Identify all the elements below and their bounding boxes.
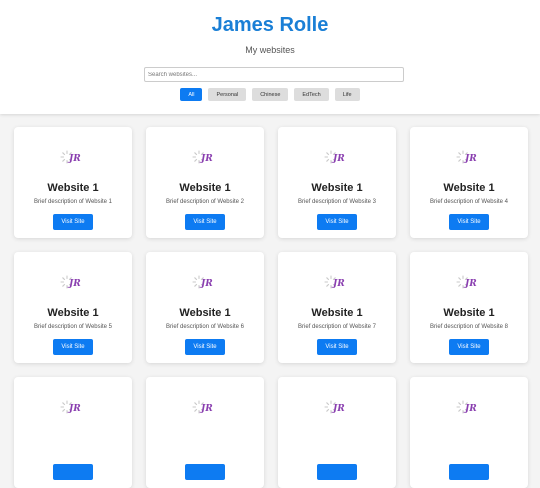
- card-title: Website 1: [443, 307, 495, 319]
- spinner-logo-icon: JR: [192, 275, 213, 289]
- website-card: JR Website 1 Brief description of Website …: [14, 127, 132, 238]
- spinner-logo-icon: JR: [324, 275, 345, 289]
- website-card: JR: [146, 377, 264, 488]
- visit-site-button[interactable]: [185, 464, 225, 480]
- spinner-logo-icon: JR: [456, 400, 477, 414]
- website-card: JR: [14, 377, 132, 488]
- visit-site-button[interactable]: [317, 464, 357, 480]
- spinner-logo-icon: JR: [60, 150, 81, 164]
- website-card: JR Website 1 Brief description of Website …: [146, 252, 264, 363]
- card-title: Website 1: [179, 182, 231, 194]
- filter-life-button[interactable]: Life: [334, 88, 360, 101]
- spinner-logo-icon: JR: [60, 400, 81, 414]
- website-card: JR Website 1 Brief description of Website …: [410, 252, 528, 363]
- website-card: JR: [278, 377, 396, 488]
- visit-site-button[interactable]: [53, 464, 93, 480]
- website-card: JR Website 1 Brief description of Website …: [410, 127, 528, 238]
- logo-text: JR: [331, 404, 345, 414]
- page-header: James Rolle My websites All Personal Chi…: [0, 0, 540, 114]
- spinner-logo-icon: JR: [192, 400, 213, 414]
- spinner-logo-icon: JR: [456, 150, 477, 164]
- visit-site-button[interactable]: [449, 464, 489, 480]
- website-grid: JR Website 1 Brief description of Website …: [14, 127, 528, 488]
- card-description: Brief description of Website 2: [166, 199, 244, 205]
- spinner-logo-icon: JR: [324, 400, 345, 414]
- visit-site-button[interactable]: Visit Site: [449, 214, 489, 230]
- visit-site-button[interactable]: Visit Site: [185, 339, 225, 355]
- logo-text: JR: [463, 279, 477, 289]
- card-description: Brief description of Website 7: [298, 324, 376, 330]
- spinner-logo-icon: JR: [192, 150, 213, 164]
- filter-chinese-button[interactable]: Chinese: [252, 88, 289, 101]
- logo-text: JR: [463, 154, 477, 164]
- logo-text: JR: [67, 279, 81, 289]
- card-description: Brief description of Website 1: [34, 199, 112, 205]
- logo-text: JR: [463, 404, 477, 414]
- spinner-logo-icon: JR: [456, 275, 477, 289]
- logo-text: JR: [331, 154, 345, 164]
- card-description: Brief description of Website 6: [166, 324, 244, 330]
- search-input[interactable]: [144, 67, 404, 82]
- page-title: James Rolle: [211, 14, 329, 36]
- filter-edtech-button[interactable]: EdTech: [294, 88, 329, 101]
- card-description: Brief description of Website 3: [298, 199, 376, 205]
- filter-personal-button[interactable]: Personal: [208, 88, 247, 101]
- logo-text: JR: [199, 279, 213, 289]
- visit-site-button[interactable]: Visit Site: [185, 214, 225, 230]
- spinner-logo-icon: JR: [324, 150, 345, 164]
- card-title: Website 1: [179, 307, 231, 319]
- card-title: Website 1: [311, 307, 363, 319]
- visit-site-button[interactable]: Visit Site: [317, 339, 357, 355]
- filter-all-button[interactable]: All: [180, 88, 203, 101]
- card-description: Brief description of Website 5: [34, 324, 112, 330]
- visit-site-button[interactable]: Visit Site: [449, 339, 489, 355]
- card-title: Website 1: [47, 182, 99, 194]
- filter-bar: All Personal Chinese EdTech Life: [0, 88, 540, 101]
- card-description: Brief description of Website 8: [430, 324, 508, 330]
- card-title: Website 1: [443, 182, 495, 194]
- visit-site-button[interactable]: Visit Site: [53, 339, 93, 355]
- card-title: Website 1: [47, 307, 99, 319]
- page-subtitle: My websites: [245, 45, 295, 55]
- card-title: Website 1: [311, 182, 363, 194]
- logo-text: JR: [67, 404, 81, 414]
- website-card: JR Website 1 Brief description of Website …: [146, 127, 264, 238]
- website-card: JR Website 1 Brief description of Website …: [14, 252, 132, 363]
- website-card: JR Website 1 Brief description of Website …: [278, 127, 396, 238]
- website-card: JR Website 1 Brief description of Website …: [278, 252, 396, 363]
- visit-site-button[interactable]: Visit Site: [317, 214, 357, 230]
- logo-text: JR: [67, 154, 81, 164]
- logo-text: JR: [199, 404, 213, 414]
- card-description: Brief description of Website 4: [430, 199, 508, 205]
- website-card: JR: [410, 377, 528, 488]
- spinner-logo-icon: JR: [60, 275, 81, 289]
- logo-text: JR: [199, 154, 213, 164]
- logo-text: JR: [331, 279, 345, 289]
- visit-site-button[interactable]: Visit Site: [53, 214, 93, 230]
